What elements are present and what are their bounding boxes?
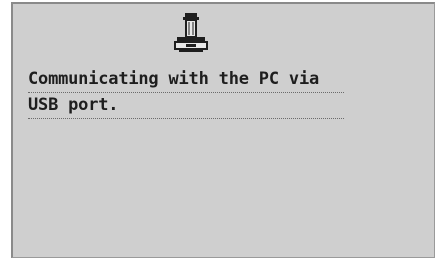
display-frame: Communicating with the PC via USB port.: [0, 0, 438, 262]
message-line-1: Communicating with the PC via: [28, 68, 344, 93]
usb-printer-communication-icon: [173, 12, 209, 54]
message-line-2: USB port.: [28, 94, 344, 119]
lcd-screen: Communicating with the PC via USB port.: [11, 2, 435, 258]
